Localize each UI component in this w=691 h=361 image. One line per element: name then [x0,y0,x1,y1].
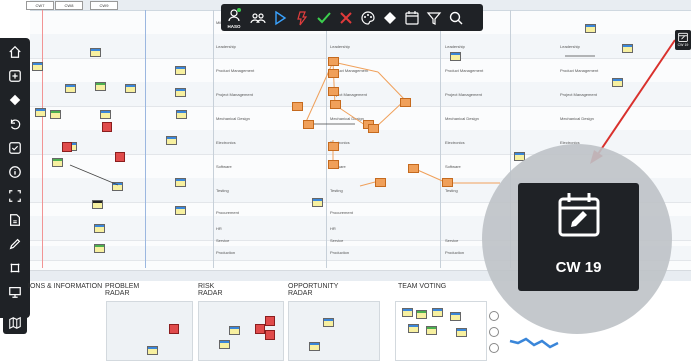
calendar-edit-icon [678,32,688,42]
cw-button-zoomed[interactable]: CW 19 [518,183,639,291]
cw-button[interactable]: CW 19 [675,30,691,50]
calendar-edit-icon [558,193,600,237]
cw-button-label: CW 19 [677,43,689,47]
cw-label-zoomed: CW 19 [555,259,602,276]
